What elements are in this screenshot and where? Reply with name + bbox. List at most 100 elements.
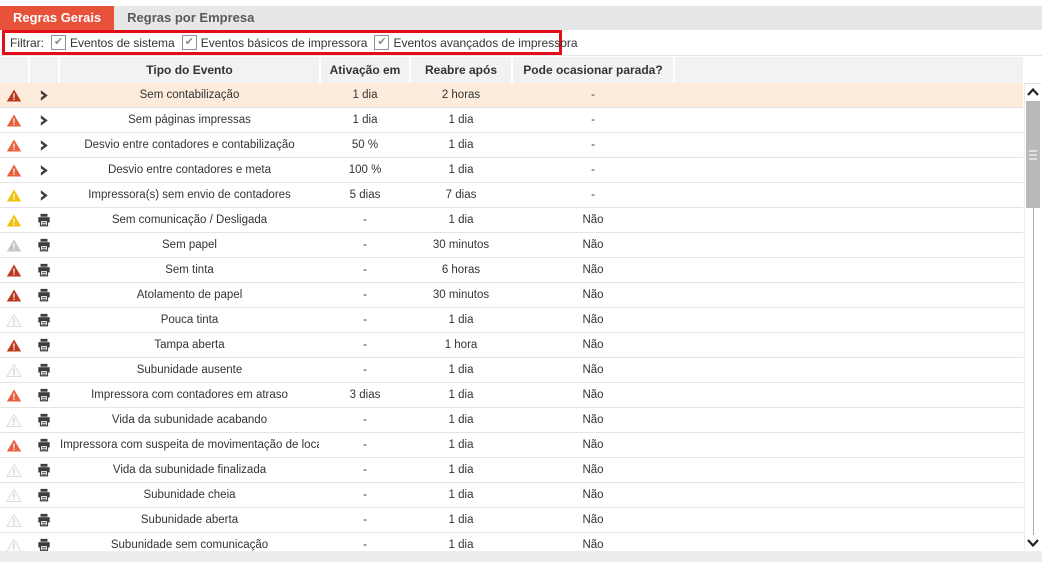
can-cause-stop-cell: Não — [513, 364, 673, 376]
table-row[interactable]: ! Atolamento de papel - 30 minutos Não — [0, 283, 1023, 308]
reopen-after-cell: 7 dias — [411, 189, 511, 201]
warning-triangle-icon: ! — [0, 363, 28, 378]
vertical-scrollbar[interactable] — [1024, 83, 1041, 551]
activation-cell: - — [321, 339, 409, 351]
header-severity-column — [0, 57, 28, 83]
table-row[interactable]: ! Subunidade cheia - 1 dia Não — [0, 483, 1023, 508]
warning-triangle-icon: ! — [0, 513, 28, 528]
event-category-icon — [30, 313, 58, 327]
warning-triangle-icon: ! — [0, 413, 28, 428]
event-type-cell: Subunidade aberta — [60, 514, 319, 526]
warning-triangle-icon: ! — [0, 213, 28, 228]
svg-text:!: ! — [13, 266, 16, 276]
scroll-up-icon[interactable] — [1026, 87, 1040, 98]
table-row[interactable]: ! Sem papel - 30 minutos Não — [0, 233, 1023, 258]
header-tipo-do-evento[interactable]: Tipo do Evento — [60, 57, 319, 83]
reopen-after-cell: 1 dia — [411, 464, 511, 476]
activation-cell: 100 % — [321, 164, 409, 176]
table-row[interactable]: ! Sem tinta - 6 horas Não — [0, 258, 1023, 283]
can-cause-stop-cell: Não — [513, 264, 673, 276]
event-type-cell: Subunidade ausente — [60, 364, 319, 376]
table-row[interactable]: ! Desvio entre contadores e meta 100 % 1… — [0, 158, 1023, 183]
warning-triangle-icon: ! — [0, 163, 28, 178]
reopen-after-cell: 30 minutos — [411, 289, 511, 301]
warning-triangle-icon: ! — [0, 188, 28, 203]
tab-regras-gerais[interactable]: Regras Gerais — [0, 6, 114, 30]
filter-eventos-basicos-de-impressora[interactable]: ✔ Eventos básicos de impressora — [182, 35, 368, 50]
table-row[interactable]: ! Subunidade aberta - 1 dia Não — [0, 508, 1023, 533]
scrollbar-thumb[interactable] — [1026, 101, 1040, 208]
checkbox-icon[interactable]: ✔ — [182, 35, 197, 50]
activation-cell: - — [321, 439, 409, 451]
reopen-after-cell: 1 dia — [411, 214, 511, 226]
reopen-after-cell: 1 hora — [411, 339, 511, 351]
event-category-icon — [30, 89, 58, 102]
warning-triangle-icon: ! — [0, 263, 28, 278]
event-type-cell: Sem comunicação / Desligada — [60, 214, 319, 226]
can-cause-stop-cell: Não — [513, 314, 673, 326]
header-ativacao-em[interactable]: Ativação em — [321, 57, 409, 83]
warning-triangle-icon: ! — [0, 88, 28, 103]
can-cause-stop-cell: - — [513, 89, 673, 101]
event-type-cell: Tampa aberta — [60, 339, 319, 351]
activation-cell: 3 dias — [321, 389, 409, 401]
event-category-icon — [30, 263, 58, 277]
warning-triangle-icon: ! — [0, 113, 28, 128]
table-row[interactable]: ! Impressora com suspeita de movimentaçã… — [0, 433, 1023, 458]
event-type-cell: Subunidade sem comunicação — [60, 539, 319, 551]
event-category-icon — [30, 438, 58, 452]
warning-triangle-icon: ! — [0, 438, 28, 453]
activation-cell: - — [321, 239, 409, 251]
table-row[interactable]: ! Sem comunicação / Desligada - 1 dia Nã… — [0, 208, 1023, 233]
table-row[interactable]: ! Tampa aberta - 1 hora Não — [0, 333, 1023, 358]
reopen-after-cell: 30 minutos — [411, 239, 511, 251]
can-cause-stop-cell: Não — [513, 389, 673, 401]
svg-text:!: ! — [13, 116, 16, 126]
scrollbar-track[interactable] — [1033, 208, 1034, 535]
event-category-icon — [30, 338, 58, 352]
reopen-after-cell: 1 dia — [411, 164, 511, 176]
event-type-cell: Sem páginas impressas — [60, 114, 319, 126]
can-cause-stop-cell: Não — [513, 339, 673, 351]
table-row[interactable]: ! Sem contabilização 1 dia 2 horas - — [0, 83, 1023, 108]
table-row[interactable]: ! Vida da subunidade finalizada - 1 dia … — [0, 458, 1023, 483]
table-header: Tipo do Evento Ativação em Reabre após P… — [0, 57, 1023, 83]
event-category-icon — [30, 538, 58, 551]
warning-triangle-icon: ! — [0, 538, 28, 552]
svg-text:!: ! — [13, 191, 16, 201]
checkbox-icon[interactable]: ✔ — [374, 35, 389, 50]
event-type-cell: Desvio entre contadores e meta — [60, 164, 319, 176]
checkbox-label: Eventos de sistema — [70, 36, 175, 50]
event-type-cell: Desvio entre contadores e contabilização — [60, 139, 319, 151]
scroll-down-icon[interactable] — [1026, 537, 1040, 548]
tab-regras-por-empresa[interactable]: Regras por Empresa — [114, 6, 267, 30]
table-row[interactable]: ! Desvio entre contadores e contabilizaç… — [0, 133, 1023, 158]
svg-text:!: ! — [13, 91, 16, 101]
can-cause-stop-cell: - — [513, 189, 673, 201]
table-row[interactable]: ! Vida da subunidade acabando - 1 dia Nã… — [0, 408, 1023, 433]
warning-triangle-icon: ! — [0, 338, 28, 353]
table-row[interactable]: ! Subunidade ausente - 1 dia Não — [0, 358, 1023, 383]
reopen-after-cell: 1 dia — [411, 514, 511, 526]
table-row[interactable]: ! Sem páginas impressas 1 dia 1 dia - — [0, 108, 1023, 133]
activation-cell: 1 dia — [321, 114, 409, 126]
svg-text:!: ! — [13, 166, 16, 176]
table-row[interactable]: ! Subunidade sem comunicação - 1 dia Não — [0, 533, 1023, 551]
event-type-cell: Pouca tinta — [60, 314, 319, 326]
svg-text:!: ! — [13, 541, 16, 551]
filter-bar-divider — [0, 55, 1042, 56]
table-row[interactable]: ! Impressora(s) sem envio de contadores … — [0, 183, 1023, 208]
svg-text:!: ! — [13, 216, 16, 226]
table-row[interactable]: ! Pouca tinta - 1 dia Não — [0, 308, 1023, 333]
filter-eventos-de-sistema[interactable]: ✔ Eventos de sistema — [51, 35, 175, 50]
header-category-column — [30, 57, 58, 83]
header-reabre-apos[interactable]: Reabre após — [411, 57, 511, 83]
filter-eventos-avancados-de-impressora[interactable]: ✔ Eventos avançados de impressora — [374, 35, 577, 50]
can-cause-stop-cell: Não — [513, 464, 673, 476]
activation-cell: - — [321, 464, 409, 476]
table-row[interactable]: ! Impressora com contadores em atraso 3 … — [0, 383, 1023, 408]
header-pode-ocasionar-parada[interactable]: Pode ocasionar parada? — [513, 57, 673, 83]
svg-text:!: ! — [13, 416, 16, 426]
svg-text:!: ! — [13, 141, 16, 151]
checkbox-icon[interactable]: ✔ — [51, 35, 66, 50]
